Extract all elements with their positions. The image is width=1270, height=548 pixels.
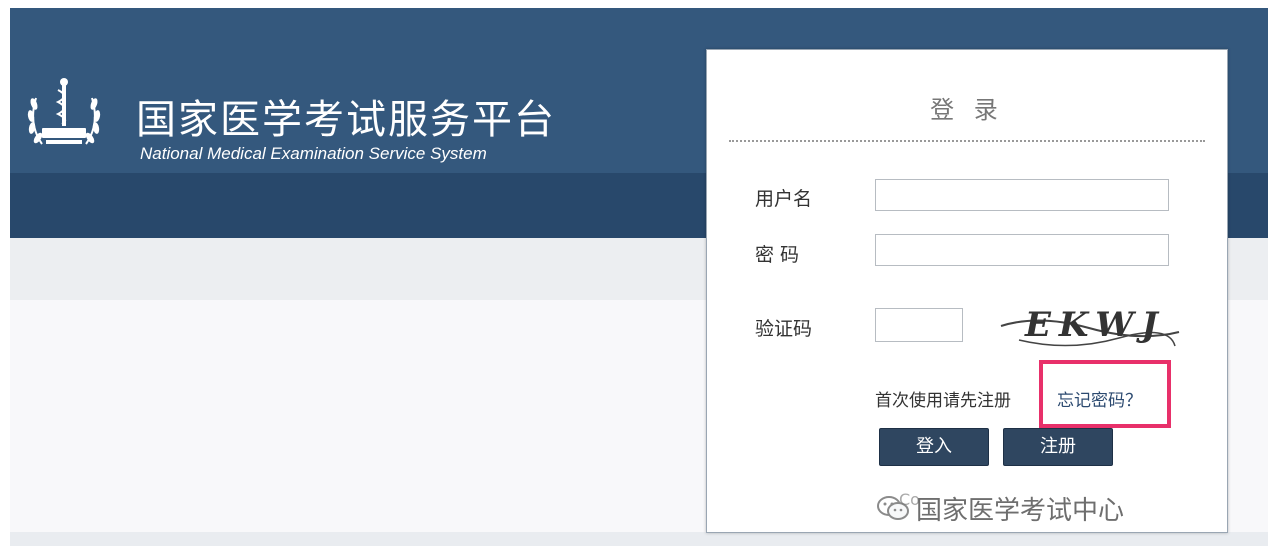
login-divider	[729, 140, 1205, 142]
watermark-text: 国家医学考试中心	[916, 496, 1125, 526]
site-title-en: National Medical Examination Service Sys…	[140, 144, 487, 163]
captcha-label: 验证码	[755, 318, 813, 340]
bottom-strip	[10, 532, 1268, 546]
password-label: 密 码	[755, 244, 800, 266]
captcha-input[interactable]	[875, 308, 963, 342]
login-title: 登 录	[930, 96, 1004, 124]
password-input[interactable]	[875, 234, 1169, 266]
wechat-icon	[877, 496, 909, 520]
watermark: 国家医学考试中心	[877, 490, 1125, 527]
captcha-text: EKWJ	[1024, 305, 1166, 345]
medical-emblem-icon	[27, 78, 101, 145]
forgot-password-link[interactable]: 忘记密码？	[1057, 386, 1142, 411]
login-panel: 登 录 用户名 密 码 验证码 EKWJ 首次使用请先注册 忘记密码？ 登入 注…	[706, 49, 1228, 533]
captcha-image[interactable]: EKWJ	[999, 294, 1181, 356]
register-button[interactable]: 注册	[1003, 428, 1113, 466]
first-time-register-hint: 首次使用请先注册	[875, 391, 1011, 411]
login-button[interactable]: 登入	[879, 428, 989, 466]
username-label: 用户名	[755, 188, 813, 210]
site-title-cn: 国家医学考试服务平台	[136, 97, 556, 143]
screen: 国家医学考试服务平台 National Medical Examination …	[10, 8, 1268, 546]
username-input[interactable]	[875, 179, 1169, 211]
